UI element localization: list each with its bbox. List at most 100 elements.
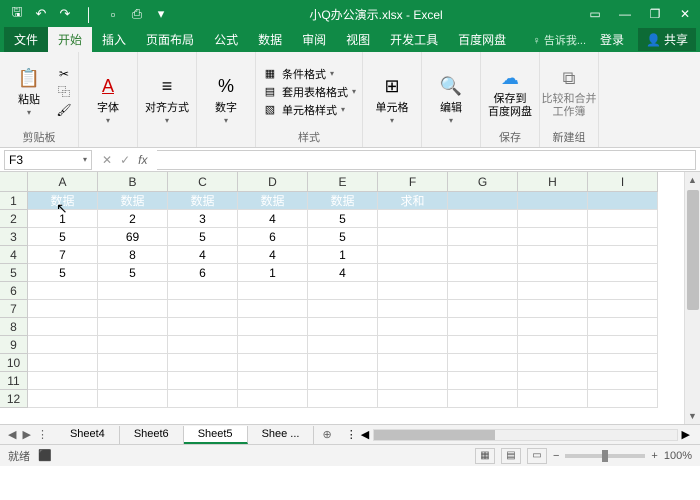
column-header[interactable]: G bbox=[448, 172, 518, 192]
cell[interactable]: 7 bbox=[28, 246, 98, 264]
sheet-next-icon[interactable]: ▶ bbox=[22, 428, 30, 441]
cell[interactable] bbox=[518, 354, 588, 372]
cell[interactable]: 5 bbox=[28, 228, 98, 246]
tab-data[interactable]: 数据 bbox=[248, 27, 292, 52]
cell[interactable] bbox=[518, 282, 588, 300]
column-header[interactable]: D bbox=[238, 172, 308, 192]
cell[interactable] bbox=[168, 390, 238, 408]
row-header[interactable]: 1 bbox=[0, 192, 28, 210]
cell[interactable]: 6 bbox=[238, 228, 308, 246]
tab-dev[interactable]: 开发工具 bbox=[380, 27, 448, 52]
zoom-in-icon[interactable]: + bbox=[651, 450, 657, 462]
cell[interactable] bbox=[448, 210, 518, 228]
tab-view[interactable]: 视图 bbox=[336, 27, 380, 52]
cell[interactable] bbox=[28, 318, 98, 336]
cell[interactable]: 数据 bbox=[28, 192, 98, 210]
ribbon-options-icon[interactable]: ▭ bbox=[580, 0, 610, 28]
login-link[interactable]: 登录 bbox=[590, 27, 634, 52]
cell[interactable] bbox=[28, 282, 98, 300]
cells-button[interactable]: ⊞ 单元格 ▾ bbox=[369, 67, 415, 133]
cell[interactable] bbox=[168, 354, 238, 372]
row-header[interactable]: 8 bbox=[0, 318, 28, 336]
cell[interactable] bbox=[518, 246, 588, 264]
cell[interactable] bbox=[378, 228, 448, 246]
view-normal-icon[interactable]: ▦ bbox=[475, 448, 495, 464]
cell[interactable] bbox=[588, 300, 658, 318]
row-header[interactable]: 2 bbox=[0, 210, 28, 228]
tell-me[interactable]: ♀ 告诉我... bbox=[533, 32, 586, 48]
cell[interactable] bbox=[518, 264, 588, 282]
cell[interactable] bbox=[518, 336, 588, 354]
cell[interactable] bbox=[238, 372, 308, 390]
enter-icon[interactable]: ✓ bbox=[120, 153, 130, 167]
paste-button[interactable]: 📋 粘贴 ▾ bbox=[6, 59, 52, 125]
number-button[interactable]: % 数字 ▾ bbox=[203, 67, 249, 133]
cell[interactable] bbox=[98, 318, 168, 336]
cell[interactable] bbox=[588, 228, 658, 246]
column-header[interactable]: B bbox=[98, 172, 168, 192]
cond-format-button[interactable]: ▦条件格式▾ bbox=[262, 66, 356, 82]
restore-icon[interactable]: ❐ bbox=[640, 0, 670, 28]
cell[interactable]: 3 bbox=[168, 210, 238, 228]
zoom-slider[interactable] bbox=[565, 454, 645, 458]
cell[interactable] bbox=[588, 210, 658, 228]
cell[interactable] bbox=[308, 282, 378, 300]
column-header[interactable]: E bbox=[308, 172, 378, 192]
cell[interactable] bbox=[308, 372, 378, 390]
save-icon[interactable]: 🖫 bbox=[6, 3, 28, 25]
cut-icon[interactable]: ✂ bbox=[56, 66, 72, 82]
cell[interactable] bbox=[378, 318, 448, 336]
cell[interactable] bbox=[588, 336, 658, 354]
cell[interactable] bbox=[98, 336, 168, 354]
cell[interactable] bbox=[378, 264, 448, 282]
cell[interactable] bbox=[238, 336, 308, 354]
font-button[interactable]: A 字体 ▾ bbox=[85, 67, 131, 133]
tab-file[interactable]: 文件 bbox=[4, 27, 48, 52]
cell[interactable] bbox=[588, 390, 658, 408]
sheet-tab-sheet5[interactable]: Sheet5 bbox=[184, 426, 248, 444]
format-painter-icon[interactable]: 🖌 bbox=[56, 102, 72, 118]
cell[interactable] bbox=[378, 390, 448, 408]
view-break-icon[interactable]: ▭ bbox=[527, 448, 547, 464]
cell[interactable]: 1 bbox=[238, 264, 308, 282]
tab-baidu[interactable]: 百度网盘 bbox=[448, 27, 516, 52]
cell[interactable] bbox=[308, 318, 378, 336]
cell[interactable] bbox=[168, 282, 238, 300]
cell[interactable] bbox=[518, 228, 588, 246]
cell[interactable] bbox=[238, 318, 308, 336]
cell[interactable] bbox=[378, 354, 448, 372]
minimize-icon[interactable]: — bbox=[610, 0, 640, 28]
cell[interactable] bbox=[588, 282, 658, 300]
cell[interactable] bbox=[518, 318, 588, 336]
column-header[interactable]: A bbox=[28, 172, 98, 192]
row-header[interactable]: 4 bbox=[0, 246, 28, 264]
cell[interactable]: 5 bbox=[308, 228, 378, 246]
cell[interactable] bbox=[588, 264, 658, 282]
cell[interactable] bbox=[378, 210, 448, 228]
name-box[interactable]: F3 ▾ bbox=[4, 150, 92, 170]
cell[interactable] bbox=[168, 372, 238, 390]
macro-record-icon[interactable]: ⬛ bbox=[38, 449, 52, 462]
cell[interactable] bbox=[448, 264, 518, 282]
cell[interactable] bbox=[448, 354, 518, 372]
cell[interactable] bbox=[238, 354, 308, 372]
row-header[interactable]: 11 bbox=[0, 372, 28, 390]
cell[interactable]: 5 bbox=[28, 264, 98, 282]
scroll-right-icon[interactable]: ▶ bbox=[678, 428, 694, 441]
tab-formulas[interactable]: 公式 bbox=[204, 27, 248, 52]
cell[interactable]: 数据 bbox=[238, 192, 308, 210]
cell[interactable] bbox=[378, 246, 448, 264]
row-header[interactable]: 9 bbox=[0, 336, 28, 354]
cell[interactable] bbox=[168, 318, 238, 336]
cell[interactable] bbox=[28, 336, 98, 354]
cell[interactable]: 4 bbox=[308, 264, 378, 282]
cell[interactable] bbox=[308, 390, 378, 408]
hscroll-thumb[interactable] bbox=[374, 430, 495, 440]
cell[interactable] bbox=[168, 336, 238, 354]
new-icon[interactable]: ▫ bbox=[102, 3, 124, 25]
cell[interactable] bbox=[518, 210, 588, 228]
cell[interactable] bbox=[588, 192, 658, 210]
cell[interactable] bbox=[588, 372, 658, 390]
column-header[interactable]: C bbox=[168, 172, 238, 192]
redo-icon[interactable]: ↷ bbox=[54, 3, 76, 25]
